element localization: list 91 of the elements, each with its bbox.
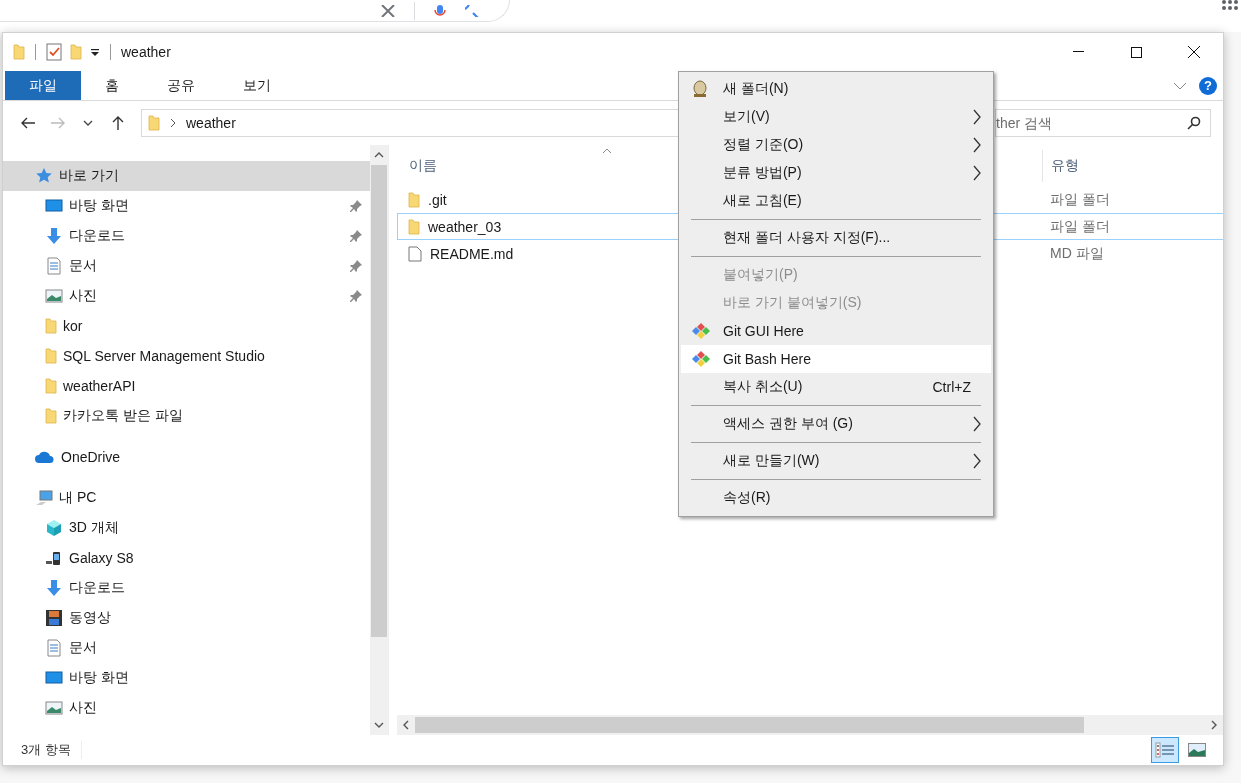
picture-icon bbox=[45, 287, 63, 305]
nav-item[interactable]: 문서 bbox=[3, 633, 370, 663]
menu-item[interactable]: 새로 고침(E) bbox=[681, 187, 991, 215]
ribbon-tab[interactable]: 홈 bbox=[81, 71, 143, 100]
pin-icon[interactable] bbox=[350, 290, 362, 302]
picture-icon bbox=[45, 699, 63, 717]
phone-icon bbox=[45, 549, 63, 567]
nav-item[interactable]: kor bbox=[3, 311, 370, 341]
file-name: README.md bbox=[398, 245, 514, 262]
close-icon[interactable] bbox=[380, 4, 396, 17]
chevron-up-icon bbox=[374, 152, 384, 158]
nav-item[interactable]: 바탕 화면 bbox=[3, 663, 370, 693]
minimize-icon bbox=[1072, 51, 1084, 53]
file-name: .git bbox=[398, 191, 447, 208]
chevron-down-icon bbox=[374, 722, 384, 728]
chevron-down-icon[interactable] bbox=[1173, 81, 1187, 90]
file-icon bbox=[408, 245, 422, 262]
nav-item[interactable]: OneDrive bbox=[3, 442, 370, 472]
view-button[interactable] bbox=[1151, 737, 1179, 763]
nav-item[interactable]: Galaxy S8 bbox=[3, 543, 370, 573]
file-name: weather_03 bbox=[398, 218, 502, 235]
nav-item[interactable]: 카카오톡 받은 파일 bbox=[3, 401, 370, 431]
nav-item[interactable]: 다운로드 bbox=[3, 221, 370, 251]
down-arrow-icon bbox=[45, 227, 63, 245]
desktop-icon bbox=[45, 197, 63, 215]
ribbon-tab[interactable]: 보기 bbox=[219, 71, 295, 100]
file-type: MD 파일 bbox=[1050, 244, 1105, 263]
ribbon-tab[interactable]: 파일 bbox=[5, 71, 81, 100]
apps-grid-icon[interactable] bbox=[1221, 0, 1239, 10]
menu-item[interactable]: 속성(R) bbox=[681, 484, 991, 512]
picture-icon bbox=[1188, 743, 1206, 757]
nav-item[interactable]: 바탕 화면 bbox=[3, 191, 370, 221]
star-icon bbox=[35, 167, 53, 185]
column-header[interactable]: 이름 bbox=[397, 156, 437, 175]
menu-item[interactable]: 새로 만들기(W) bbox=[681, 447, 991, 475]
sort-ascending-icon bbox=[602, 148, 612, 154]
menu-item[interactable]: Git GUI Here bbox=[681, 317, 991, 345]
menu-item[interactable]: Git Bash Here bbox=[681, 345, 991, 373]
document-icon bbox=[45, 639, 63, 657]
scrollbar[interactable] bbox=[370, 145, 388, 735]
file-type: 파일 폴더 bbox=[1050, 217, 1111, 236]
menu-item[interactable]: 복사 취소(U) Ctrl+Z bbox=[681, 373, 991, 401]
shortcut-text: Ctrl+Z bbox=[932, 379, 971, 395]
nav-item[interactable]: weatherAPI bbox=[3, 371, 370, 401]
cube-icon bbox=[45, 519, 63, 537]
chevron-right-icon bbox=[1211, 720, 1217, 730]
nav-item[interactable]: 3D 개체 bbox=[3, 513, 370, 543]
ribbon-tab[interactable]: 공유 bbox=[143, 71, 219, 100]
microphone-icon[interactable] bbox=[433, 4, 447, 17]
properties-icon[interactable] bbox=[46, 43, 62, 61]
search-field[interactable]: ther 검색 bbox=[995, 109, 1211, 137]
menu-item[interactable]: 새 폴더(N) bbox=[681, 75, 991, 103]
details-view-icon bbox=[1155, 741, 1175, 759]
nav-item[interactable]: 내 PC bbox=[3, 483, 370, 513]
film-icon bbox=[45, 609, 63, 627]
menu-item[interactable]: 현재 폴더 사용자 지정(F)... bbox=[681, 224, 991, 252]
nav-item[interactable]: SQL Server Management Studio bbox=[3, 341, 370, 371]
chevron-down-icon bbox=[83, 120, 93, 126]
right-arrow-icon bbox=[50, 117, 66, 129]
chevron-right-icon bbox=[170, 118, 176, 128]
document-icon bbox=[45, 257, 63, 275]
nav-item[interactable]: 사진 bbox=[3, 281, 370, 311]
scrollbar[interactable] bbox=[397, 715, 1223, 735]
window-title: weather bbox=[121, 44, 171, 60]
nav-item[interactable]: 동영상 bbox=[3, 603, 370, 633]
chevron-left-icon bbox=[403, 720, 409, 730]
down-arrow-icon bbox=[45, 579, 63, 597]
nav-item[interactable]: 다운로드 bbox=[3, 573, 370, 603]
nav-item[interactable]: 사진 bbox=[3, 693, 370, 723]
cloud-icon bbox=[35, 450, 55, 464]
pin-icon[interactable] bbox=[350, 200, 362, 212]
desktop-icon bbox=[45, 669, 63, 687]
file-type: 파일 폴더 bbox=[1050, 190, 1111, 209]
item-count: 3개 항목 bbox=[21, 741, 82, 759]
help-button[interactable]: ? bbox=[1199, 76, 1217, 95]
git-icon bbox=[691, 350, 711, 368]
maximize-icon bbox=[1130, 46, 1142, 58]
computer-icon bbox=[35, 489, 53, 507]
nav-item[interactable]: 문서 bbox=[3, 251, 370, 281]
dropdown-icon[interactable] bbox=[90, 47, 100, 57]
pin-icon[interactable] bbox=[350, 260, 362, 272]
git-icon bbox=[691, 322, 711, 340]
up-arrow-icon bbox=[112, 115, 124, 131]
menu-item[interactable]: 분류 방법(P) bbox=[681, 159, 991, 187]
menu-item[interactable]: 액세스 권한 부여 (G) bbox=[681, 410, 991, 438]
column-header[interactable]: 유형 bbox=[1051, 156, 1079, 175]
nav-item[interactable]: 바로 가기 bbox=[3, 161, 370, 191]
close-icon bbox=[1188, 46, 1200, 58]
left-arrow-icon bbox=[20, 117, 36, 129]
pin-icon[interactable] bbox=[350, 230, 362, 242]
path-segment[interactable]: weather bbox=[186, 115, 236, 131]
